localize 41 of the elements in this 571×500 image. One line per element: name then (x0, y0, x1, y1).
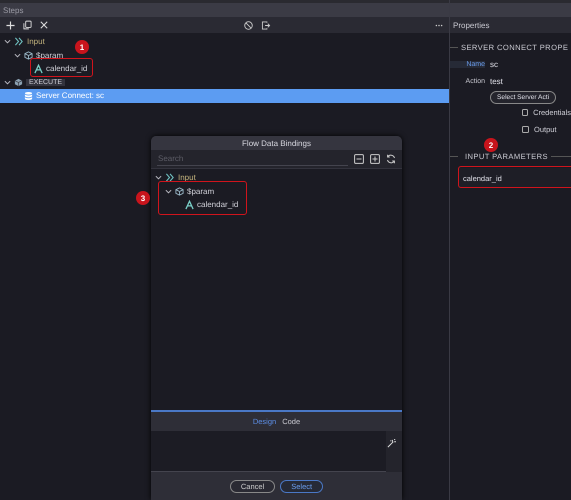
tree-item[interactable]: $param (151, 184, 216, 198)
tree-item[interactable]: Input (0, 35, 47, 48)
letter-a-icon (185, 200, 194, 210)
chevron-icon[interactable] (165, 188, 172, 195)
more-icon[interactable] (435, 24, 443, 26)
cube-icon (175, 186, 184, 196)
field-value[interactable]: sc (490, 60, 498, 69)
checkbox[interactable] (522, 126, 529, 133)
chevron-icon[interactable] (4, 38, 11, 46)
tree-item[interactable]: calendar_id (0, 62, 90, 76)
chevron-icon[interactable] (155, 174, 162, 182)
tree-item[interactable]: calendar_id (151, 198, 240, 212)
double-chevron-icon (14, 37, 24, 46)
panel-title: Steps (3, 6, 24, 14)
cube-icon (14, 78, 23, 87)
tree-item[interactable]: Input (151, 171, 198, 184)
checkbox[interactable] (522, 109, 528, 116)
field-value[interactable]: test (490, 77, 503, 86)
annotation-badge: 3 (136, 191, 150, 205)
magic-wand-icon[interactable] (387, 439, 396, 448)
chevron-icon[interactable] (14, 52, 21, 59)
tree-item[interactable]: $param (0, 48, 66, 62)
chevron-icon[interactable] (4, 78, 11, 86)
copy-icon[interactable] (23, 20, 32, 30)
annotation-badge: 1 (75, 40, 89, 54)
refresh-icon[interactable] (386, 154, 396, 164)
close-icon[interactable] (40, 21, 48, 29)
cube-icon (24, 50, 33, 60)
expand-icon[interactable] (370, 154, 380, 164)
double-chevron-icon (165, 173, 175, 182)
collapse-icon[interactable] (354, 154, 364, 164)
search-field[interactable]: Search (157, 152, 348, 166)
panel-title: Properties (453, 20, 490, 30)
annotation-frame (30, 58, 93, 77)
export-icon[interactable] (261, 20, 271, 30)
letter-a-icon (34, 64, 43, 74)
annotation-badge: 2 (484, 138, 498, 152)
dialog-title: Flow Data Bindings (242, 138, 311, 148)
ban-icon[interactable] (244, 20, 253, 30)
database-icon (24, 90, 33, 101)
plus-icon[interactable] (6, 20, 15, 30)
